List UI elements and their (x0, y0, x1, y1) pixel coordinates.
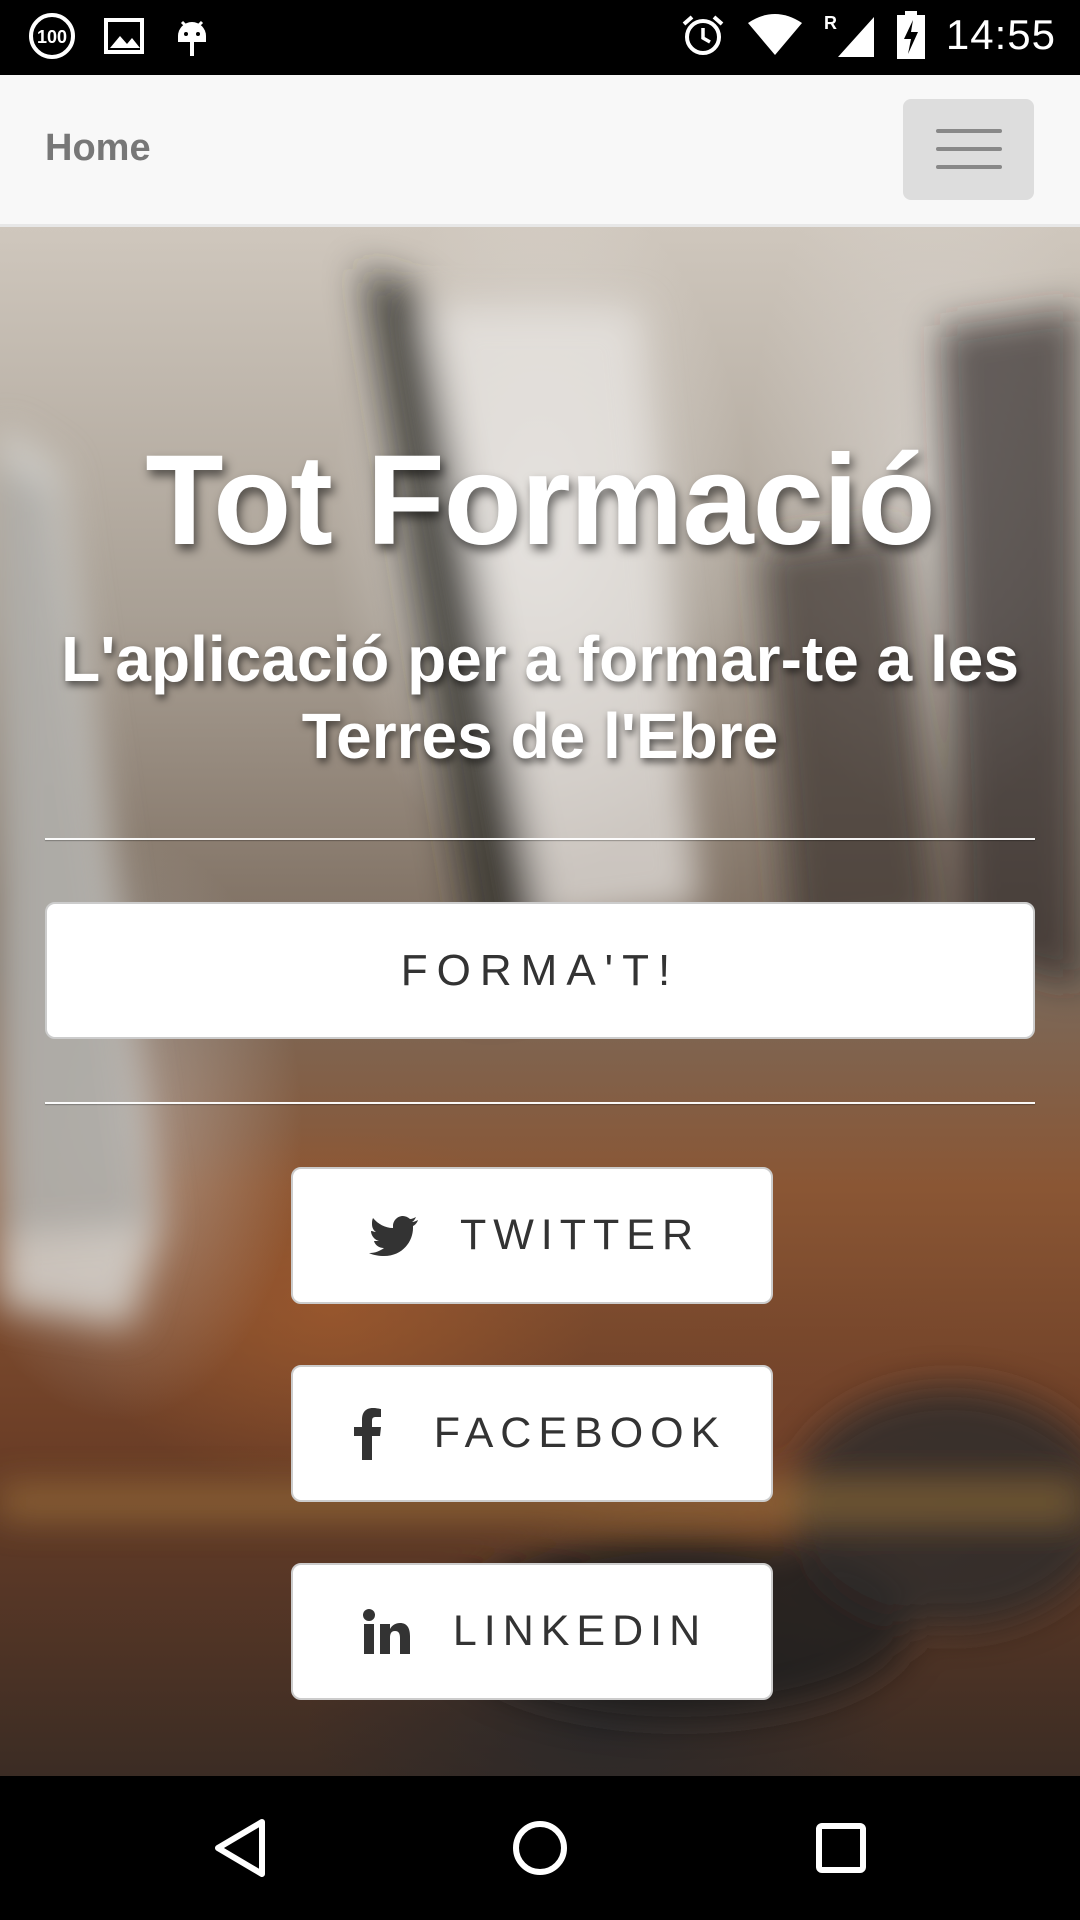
facebook-button[interactable]: FACEBOOK (291, 1365, 773, 1502)
svg-text:R: R (824, 13, 837, 33)
image-icon (102, 14, 146, 58)
alarm-icon (680, 12, 726, 58)
recents-icon (816, 1823, 866, 1873)
signal-roaming-icon: R (824, 11, 876, 59)
menu-toggle-button[interactable] (903, 99, 1034, 200)
twitter-button[interactable]: TWITTER (291, 1167, 773, 1304)
battery-charging-icon (896, 10, 926, 60)
twitter-label: TWITTER (459, 1211, 701, 1259)
navbar: Home (0, 75, 1080, 227)
back-icon (215, 1819, 265, 1877)
back-button[interactable] (210, 1818, 270, 1878)
facebook-icon (338, 1404, 398, 1464)
linkedin-label: LINKEDIN (452, 1607, 708, 1655)
linkedin-button[interactable]: LINKEDIN (291, 1563, 773, 1700)
twitter-icon (364, 1206, 424, 1266)
page-subtitle: L'aplicació per a formar-te a les Terres… (61, 623, 1019, 772)
wifi-icon (746, 13, 804, 57)
page-title: Tot Formació (145, 429, 935, 572)
hamburger-icon-bar (936, 165, 1002, 169)
system-nav-bar (0, 1776, 1080, 1920)
divider (45, 1102, 1035, 1104)
svg-text:100: 100 (37, 27, 67, 47)
home-icon (513, 1821, 567, 1875)
format-button[interactable]: FORMA'T! (45, 902, 1035, 1039)
hamburger-icon (936, 129, 1002, 133)
hamburger-icon-bar (936, 147, 1002, 151)
divider (45, 838, 1035, 840)
notification-100-icon: 100 (28, 12, 76, 60)
android-debug-icon (172, 12, 212, 60)
recents-button[interactable] (811, 1818, 871, 1878)
facebook-label: FACEBOOK (433, 1409, 727, 1457)
home-link[interactable]: Home (45, 127, 151, 170)
hero-section: Tot Formació L'aplicació per a formar-te… (0, 227, 1080, 1776)
clock: 14:55 (945, 11, 1056, 58)
status-bar: 100 R 14:55 (0, 0, 1080, 75)
home-button[interactable] (510, 1818, 570, 1878)
linkedin-icon (357, 1602, 417, 1662)
